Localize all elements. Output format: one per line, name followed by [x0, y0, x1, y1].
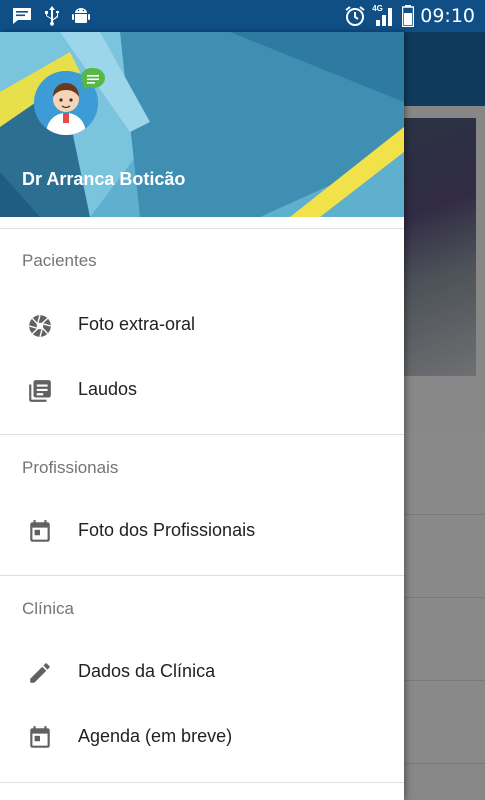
calendar-icon	[30, 520, 50, 542]
signal-icon: 4G	[372, 4, 396, 28]
menu-item-label: Foto extra-oral	[78, 314, 196, 334]
menu-item-foto-extra-oral[interactable]: Foto extra-oral	[0, 293, 404, 357]
camera-aperture-icon	[28, 314, 52, 338]
user-name: Dr Arranca Boticão	[22, 169, 186, 189]
status-bar: 4G 09:10	[0, 0, 485, 32]
scrim[interactable]	[404, 32, 485, 800]
menu-item-foto-dos-profissionais[interactable]: Foto dos Profissionais	[0, 499, 404, 563]
menu-item-label: Laudos	[78, 379, 138, 399]
library-books-icon	[29, 380, 51, 402]
section-title-clinica: Clínica	[22, 599, 74, 618]
menu-item-label: Foto dos Profissionais	[78, 520, 256, 540]
menu-item-laudos[interactable]: Laudos	[0, 358, 404, 422]
drawer-header: Dr Arranca Boticão	[0, 32, 404, 217]
divider	[0, 782, 404, 783]
menu-item-label: Agenda (em breve)	[78, 726, 233, 746]
menu-item-label: Dados da Clínica	[78, 661, 216, 681]
section-title-profissionais: Profissionais	[22, 458, 119, 477]
divider	[0, 434, 404, 435]
usb-icon	[45, 6, 59, 26]
alarm-icon	[345, 6, 365, 26]
menu-item-dados-da-clinica[interactable]: Dados da Clínica	[0, 640, 404, 704]
clock: 09:10	[420, 5, 475, 27]
section-title-pacientes: Pacientes	[22, 251, 97, 270]
divider	[0, 228, 404, 229]
battery-icon	[402, 5, 415, 27]
navigation-drawer: Dr Arranca Boticão Pacientes Foto extra-…	[0, 32, 404, 800]
calendar-icon	[30, 726, 50, 748]
pencil-icon	[30, 663, 50, 683]
android-icon	[72, 8, 90, 23]
divider	[0, 575, 404, 576]
chat-bubble-icon	[80, 67, 105, 90]
menu-item-agenda[interactable]: Agenda (em breve)	[0, 705, 404, 769]
message-notification-icon	[13, 8, 31, 24]
